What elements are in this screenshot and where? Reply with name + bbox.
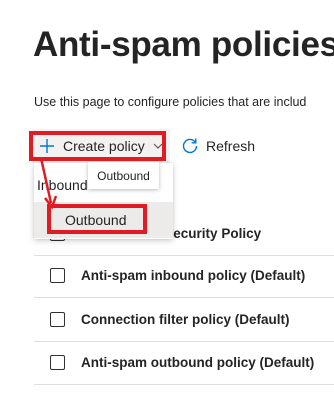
- row-checkbox[interactable]: [50, 312, 65, 327]
- policy-name[interactable]: Anti-spam inbound policy (Default): [81, 267, 305, 285]
- table-row[interactable]: Anti-spam inbound policy (Default): [34, 256, 334, 298]
- menu-item-outbound[interactable]: Outbound: [34, 202, 173, 238]
- tooltip: Outbound: [88, 162, 159, 189]
- policy-name[interactable]: Anti-spam outbound policy (Default): [81, 354, 314, 372]
- page: { "page": { "title": "Anti-spam policies…: [0, 0, 334, 406]
- table-row[interactable]: Connection filter policy (Default): [34, 300, 334, 342]
- refresh-button[interactable]: Refresh: [180, 134, 255, 158]
- create-policy-label: Create policy: [63, 138, 145, 154]
- refresh-icon: [180, 136, 200, 156]
- refresh-label: Refresh: [206, 138, 256, 154]
- plus-icon: [38, 137, 56, 155]
- table-row[interactable]: Anti-spam outbound policy (Default): [34, 343, 334, 385]
- menu-item-label: Outbound: [65, 212, 127, 228]
- row-checkbox[interactable]: [50, 355, 65, 370]
- policy-name[interactable]: Connection filter policy (Default): [81, 311, 290, 329]
- create-policy-button[interactable]: Create policy: [32, 129, 170, 163]
- chevron-down-icon: [152, 140, 164, 152]
- page-title: Anti-spam policies: [33, 25, 334, 64]
- row-checkbox[interactable]: [50, 268, 65, 283]
- menu-item-label: Inbound: [37, 177, 88, 193]
- page-description: Use this page to configure policies that…: [34, 95, 307, 109]
